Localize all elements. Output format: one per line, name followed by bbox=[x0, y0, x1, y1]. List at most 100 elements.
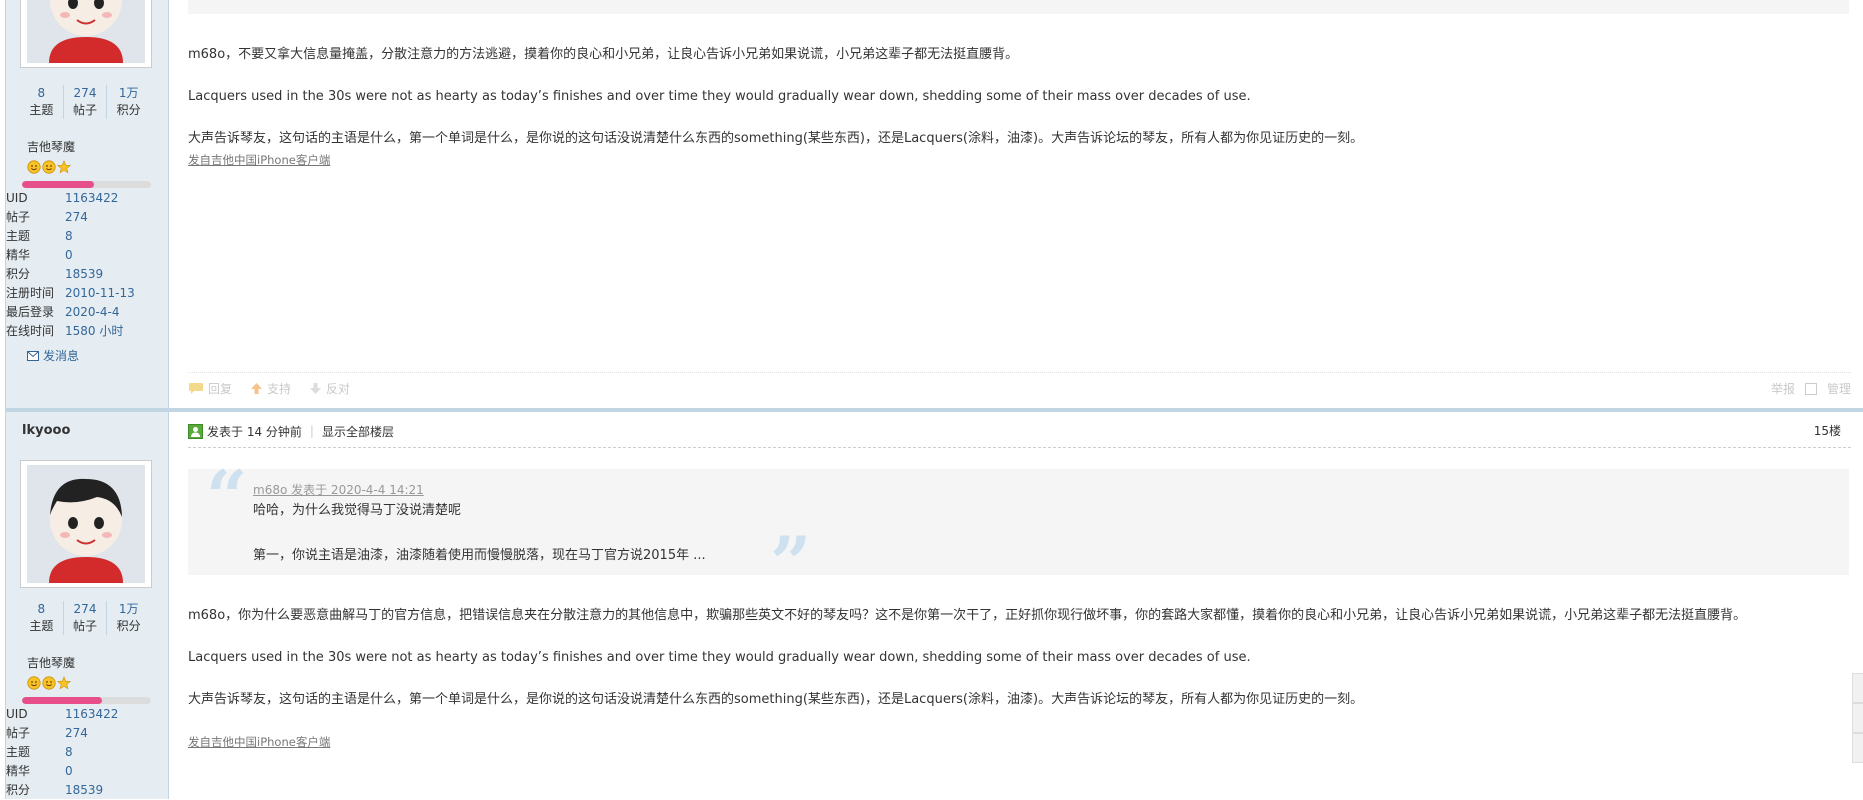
quote-open-icon: “ bbox=[206, 454, 248, 539]
support-button[interactable]: 支持 bbox=[250, 380, 291, 397]
send-message-label: 发消息 bbox=[43, 349, 80, 363]
stat-num: 8 bbox=[37, 602, 46, 616]
info-value: 2010-11-13 bbox=[65, 286, 135, 300]
divider bbox=[188, 372, 1851, 373]
oppose-button[interactable]: 反对 bbox=[309, 380, 350, 397]
online-user-icon bbox=[188, 423, 203, 439]
user-stats: 8 主题 274 帖子 1万 积分 bbox=[20, 85, 150, 119]
smiley-icon bbox=[42, 676, 56, 690]
info-row: 帖子 274 bbox=[6, 208, 164, 227]
post-time: 发表于 14 分钟前 bbox=[207, 424, 302, 439]
info-row: 注册时间 2010-11-13 bbox=[6, 284, 164, 303]
stat-num: 8 bbox=[37, 86, 46, 100]
quote-text: 哈哈，为什么我觉得马丁没说清楚呢 bbox=[253, 503, 462, 518]
stat-posts[interactable]: 274 帖子 bbox=[64, 85, 108, 119]
star-icon bbox=[57, 676, 71, 690]
stat-label: 积分 bbox=[116, 103, 141, 117]
send-message-link[interactable]: 发消息 bbox=[27, 347, 79, 364]
info-value[interactable]: 0 bbox=[65, 762, 73, 781]
user-info-list: UID 1163422 帖子 274 主题 8 精华 0 积分 18539 注册时间 201… bbox=[6, 189, 164, 341]
user-info-list: UID 1163422 帖子 274 主题 8 精华 0 积分 18539 bbox=[6, 705, 164, 800]
info-row: 精华 0 bbox=[6, 246, 164, 265]
source-link[interactable]: 发自吉他中国iPhone客户端 bbox=[188, 734, 330, 750]
info-value[interactable]: 0 bbox=[65, 246, 73, 265]
reply-label: 回复 bbox=[208, 382, 233, 396]
manage-checkbox[interactable] bbox=[1804, 382, 1817, 395]
quote-close-icon: ” bbox=[916, 0, 958, 44]
level-progress-fill bbox=[22, 181, 95, 188]
avatar[interactable] bbox=[20, 460, 152, 588]
reply-button[interactable]: 回复 bbox=[188, 380, 232, 397]
info-value[interactable]: 274 bbox=[65, 208, 88, 227]
side-toolbar-tab[interactable] bbox=[1852, 673, 1863, 703]
info-value[interactable]: 1163422 bbox=[65, 705, 118, 724]
info-value[interactable]: 1163422 bbox=[65, 189, 118, 208]
info-key: UID bbox=[6, 707, 28, 721]
info-row: 最后登录 2020-4-4 bbox=[6, 303, 164, 322]
divider: | bbox=[309, 424, 314, 438]
post-divider bbox=[5, 408, 1863, 412]
info-value[interactable]: 8 bbox=[65, 227, 73, 246]
stat-num: 1万 bbox=[118, 602, 139, 616]
info-row: 积分 18539 bbox=[6, 265, 164, 284]
post-admin-actions: 举报 管理 bbox=[1771, 380, 1851, 397]
level-progress-fill bbox=[22, 697, 102, 704]
info-key: 帖子 bbox=[6, 726, 31, 740]
post-message: m68o，你为什么要恶意曲解马丁的官方信息，把错误信息夹在分散注意力的其他信息中… bbox=[188, 605, 1843, 711]
info-value[interactable]: 18539 bbox=[65, 781, 103, 800]
info-key: 积分 bbox=[6, 783, 31, 797]
avatar[interactable] bbox=[20, 0, 152, 68]
star-icon bbox=[57, 160, 71, 174]
info-key: UID bbox=[6, 191, 28, 205]
info-value: 1580 小时 bbox=[65, 324, 124, 338]
envelope-icon bbox=[27, 350, 39, 361]
manage-button[interactable]: 管理 bbox=[1827, 380, 1851, 397]
quote-text: 第一，你说主语是油漆，油漆随着使用而慢慢脱落，现在马丁官方说2015年 ... bbox=[253, 548, 706, 563]
stat-threads[interactable]: 8 主题 bbox=[20, 85, 64, 119]
smiley-icon bbox=[27, 160, 41, 174]
side-toolbar-tab[interactable] bbox=[1852, 703, 1863, 733]
info-row: 积分 18539 bbox=[6, 781, 164, 800]
stat-label: 主题 bbox=[29, 619, 54, 633]
side-toolbar-tab[interactable] bbox=[1852, 733, 1863, 763]
info-row: 在线时间 1580 小时 bbox=[6, 322, 164, 341]
info-value[interactable]: 8 bbox=[65, 743, 73, 762]
stat-num: 274 bbox=[73, 86, 97, 100]
info-row: 主题 8 bbox=[6, 227, 164, 246]
stat-credits[interactable]: 1万 积分 bbox=[107, 601, 150, 635]
info-row: UID 1163422 bbox=[6, 189, 164, 208]
reply-icon bbox=[189, 383, 203, 394]
post-paragraph: m68o，你为什么要恶意曲解马丁的官方信息，把错误信息夹在分散注意力的其他信息中… bbox=[188, 608, 1747, 623]
user-group[interactable]: 吉他琴魔 bbox=[27, 654, 75, 671]
info-key: 在线时间 bbox=[6, 324, 55, 338]
post-message: m68o，不要又拿大信息量掩盖，分散注意力的方法逃避，摸着你的良心和小兄弟，让良… bbox=[188, 44, 1843, 150]
post-actions: 回复 支持 反对 bbox=[188, 380, 350, 397]
report-button[interactable]: 举报 bbox=[1771, 380, 1795, 397]
avatar-image bbox=[27, 0, 145, 63]
info-key: 最后登录 bbox=[6, 305, 55, 319]
info-key: 帖子 bbox=[6, 210, 31, 224]
info-value[interactable]: 18539 bbox=[65, 265, 103, 284]
medals bbox=[27, 160, 71, 174]
info-key: 积分 bbox=[6, 267, 31, 281]
post-paragraph: Lacquers used in the 30s were not as hea… bbox=[188, 650, 1251, 665]
info-row: 精华 0 bbox=[6, 762, 164, 781]
smiley-icon bbox=[42, 160, 56, 174]
stat-credits[interactable]: 1万 积分 bbox=[107, 85, 150, 119]
quote-close-icon: ” bbox=[770, 520, 812, 605]
floor-number[interactable]: 15楼 bbox=[1814, 422, 1841, 439]
stat-threads[interactable]: 8 主题 bbox=[20, 601, 64, 635]
info-key: 主题 bbox=[6, 745, 31, 759]
info-key: 精华 bbox=[6, 764, 31, 778]
divider bbox=[188, 447, 1851, 448]
stat-posts[interactable]: 274 帖子 bbox=[64, 601, 108, 635]
info-key: 主题 bbox=[6, 229, 31, 243]
source-link[interactable]: 发自吉他中国iPhone客户端 bbox=[188, 152, 330, 168]
username[interactable]: lkyooo bbox=[22, 423, 70, 438]
post-header: 发表于 14 分钟前 | 显示全部楼层 bbox=[188, 420, 1851, 442]
quote-author-link[interactable]: m68o 发表于 2020-4-4 14:21 bbox=[253, 481, 424, 498]
user-group[interactable]: 吉他琴魔 bbox=[27, 138, 75, 155]
show-all-floors-link[interactable]: 显示全部楼层 bbox=[322, 423, 394, 440]
quote-box: “ m68o 发表于 2020-4-4 14:21 哈哈，为什么我觉得马丁没说清… bbox=[188, 461, 1849, 599]
info-value[interactable]: 274 bbox=[65, 724, 88, 743]
